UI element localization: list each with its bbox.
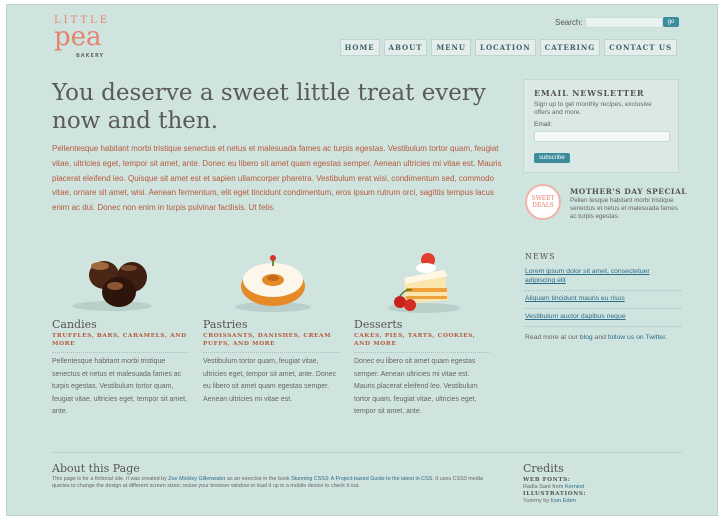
icon-eden-link[interactable]: Icon Eden <box>551 498 576 504</box>
about-text: This page is for a fictional site. It wa… <box>52 476 500 490</box>
page-frame: LITTLE pea BAKERY Search: go HOME ABOUT … <box>6 4 718 516</box>
desserts-description: Donec eu libero sit amet quam egestas se… <box>354 352 490 419</box>
pastries-title: Pastries <box>203 318 248 331</box>
candies-title: Candies <box>52 318 97 331</box>
sweet-deals-badge: SWEET DEALS <box>525 184 561 220</box>
illustrations-text: Yummy by <box>523 498 550 504</box>
intro-paragraph: Pellentesque habitant morbi tristique se… <box>52 144 502 213</box>
nav-about[interactable]: ABOUT <box>383 39 428 56</box>
site-logo[interactable]: LITTLE pea BAKERY <box>54 15 114 61</box>
desserts-subtitle: Cakes, pies, tarts, cookies, and more <box>354 333 476 347</box>
search-label: Search: <box>555 18 583 27</box>
credits-heading: Credits <box>523 462 564 475</box>
news-read-more: Read more at our blog and follow us on T… <box>525 333 681 342</box>
about-heading: About this Page <box>52 462 140 475</box>
nav-home[interactable]: HOME <box>339 39 380 56</box>
logo-line-pea: pea <box>54 22 102 52</box>
newsletter-description: Sign up to get monthly recipes, exclusiv… <box>534 101 652 116</box>
web-fonts-text: Radla Sant from <box>523 484 564 490</box>
author-link[interactable]: Zoe Mickley Gillenwater <box>168 476 225 482</box>
nav-menu[interactable]: MENU <box>431 39 472 56</box>
desserts-title: Desserts <box>354 318 403 331</box>
newsletter-heading: EMAIL NEWSLETTER <box>534 88 645 98</box>
search-input[interactable] <box>585 17 663 28</box>
news-item[interactable]: Vestibulum auctor dapibus neque <box>525 309 681 327</box>
illustrations-label: ILLUSTRATIONS: <box>523 491 587 497</box>
news-heading: NEWS <box>525 252 556 261</box>
twitter-link[interactable]: follow us on Twitter <box>608 334 665 341</box>
candies-image <box>52 250 188 316</box>
pastries-image <box>203 250 339 316</box>
credits-text: WEB FONTS: Radla Sant from Kernest ILLUS… <box>523 477 673 505</box>
pastries-description: Vestibulum tortor quam, feugiat vitae, u… <box>203 352 339 406</box>
search-button[interactable]: go <box>663 17 679 27</box>
nav-location[interactable]: LOCATION <box>475 39 536 56</box>
product-candies: Candies Truffles, bars, caramels, and mo… <box>52 250 188 419</box>
footer-divider <box>52 452 682 453</box>
read-more-prefix: Read more at our <box>525 334 578 341</box>
desserts-image <box>354 250 490 316</box>
badge-line-1: SWEET <box>531 195 555 202</box>
email-field[interactable] <box>534 131 670 142</box>
page-headline: You deserve a sweet little treat every n… <box>52 80 486 134</box>
news-item[interactable]: Aliquam tincidunt mauris eu risus <box>525 291 681 309</box>
candies-description: Pellentesque habitant morbi tristique se… <box>52 352 188 419</box>
newsletter-box: EMAIL NEWSLETTER Sign up to get monthly … <box>523 79 679 173</box>
candies-subtitle: Truffles, bars, caramels, and more <box>52 333 187 347</box>
email-label: Email: <box>534 121 553 128</box>
news-item[interactable]: Lorem ipsum dolor sit amet, consectetuer… <box>525 264 681 291</box>
kernest-link[interactable]: Kernest <box>565 484 584 490</box>
subscribe-button[interactable]: subscribe <box>534 153 570 163</box>
read-more-suffix: . <box>665 334 667 341</box>
about-text-1: This page is for a fictional site. It wa… <box>52 476 167 482</box>
read-more-mid: and <box>594 334 606 341</box>
pastries-subtitle: Croissants, danishes, cream puffs, and m… <box>203 333 332 347</box>
special-description: Pellen tesque habitant morbi tristique s… <box>570 197 678 220</box>
web-fonts-line: Radla Sant from Kernest <box>523 484 673 491</box>
news-list: Lorem ipsum dolor sit amet, consectetuer… <box>525 264 681 342</box>
main-nav: HOME ABOUT MENU LOCATION CATERING CONTAC… <box>339 39 677 56</box>
blog-link[interactable]: blog <box>580 334 593 341</box>
about-text-2: as an exercise in the book <box>226 476 290 482</box>
web-fonts-label: WEB FONTS: <box>523 477 571 483</box>
nav-catering[interactable]: CATERING <box>539 39 601 56</box>
nav-contact[interactable]: CONTACT US <box>604 39 677 56</box>
illustrations-line: Yummy by Icon Eden <box>523 498 673 505</box>
product-pastries: Pastries Croissants, danishes, cream puf… <box>203 250 339 406</box>
logo-line-bakery: BAKERY <box>76 53 105 59</box>
product-desserts: Desserts Cakes, pies, tarts, cookies, an… <box>354 250 490 419</box>
special-heading: MOTHER'S DAY SPECIAL <box>570 187 688 196</box>
badge-line-2: DEALS <box>532 202 554 209</box>
book-link[interactable]: Stunning CSS3: A Project-based Guide to … <box>291 476 432 482</box>
